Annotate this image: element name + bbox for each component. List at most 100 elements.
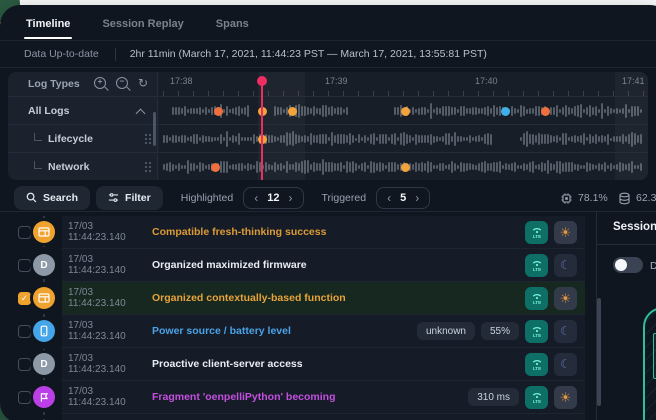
- flag-icon: [38, 391, 50, 403]
- lte-signal-icon: LTE: [530, 258, 544, 272]
- chevron-left-icon[interactable]: ‹: [254, 192, 258, 204]
- log-row-partial: [0, 414, 596, 420]
- log-message: Fragment 'oenpelliPython' becoming: [152, 391, 468, 403]
- chevron-up-icon[interactable]: [136, 109, 146, 119]
- log-timestamp: 17/03 11:44:23.140: [68, 320, 152, 342]
- value-badge: unknown: [417, 322, 475, 340]
- letter-d-icon: D: [40, 359, 47, 370]
- network-badge[interactable]: LTE: [525, 320, 548, 343]
- log-row-body[interactable]: [62, 414, 585, 420]
- log-row-body[interactable]: 17/03 11:44:23.140 Power source / batter…: [62, 315, 585, 348]
- row-checkbox[interactable]: ✓: [18, 292, 31, 305]
- timeline-tracks-area: 17:3817:3917:4017:41: [159, 72, 648, 180]
- highlighted-value: 12: [267, 192, 279, 204]
- log-timestamp: 17/03 11:44:23.140: [68, 221, 152, 243]
- row-checkbox[interactable]: [18, 226, 31, 239]
- log-timestamp: 17/03 11:44:23.140: [68, 287, 152, 309]
- playhead-handle[interactable]: [257, 76, 267, 86]
- night-mode-badge[interactable]: ☾: [554, 353, 577, 376]
- timeline-scrollbar[interactable]: [153, 112, 156, 146]
- zoom-out-icon[interactable]: −: [116, 77, 128, 89]
- lte-signal-icon: LTE: [530, 324, 544, 338]
- track-label: Network: [48, 161, 89, 173]
- row-badges: unknown55% LTE☾: [417, 320, 577, 343]
- chevron-left-icon[interactable]: ‹: [387, 192, 391, 204]
- toggle-knob: [615, 259, 627, 271]
- event-dot[interactable]: [214, 107, 223, 116]
- filter-icon: [108, 192, 119, 203]
- log-row-body[interactable]: 17/03 11:44:23.140 Compatible fresh-thin…: [62, 216, 585, 249]
- track-row-lifecycle[interactable]: Lifecycle: [8, 124, 158, 152]
- tab-spans[interactable]: Spans: [214, 18, 251, 39]
- tab-session-replay[interactable]: Session Replay: [100, 18, 185, 39]
- event-dot[interactable]: [288, 107, 297, 116]
- ruler-tick-label: 17:39: [325, 76, 348, 86]
- night-mode-badge[interactable]: ☾: [554, 320, 577, 343]
- day-mode-badge[interactable]: ☀: [554, 221, 577, 244]
- tree-corner-icon: [34, 161, 42, 169]
- log-types-header: Log Types + − ↻: [8, 72, 158, 96]
- playhead-line: [261, 85, 263, 180]
- row-checkbox[interactable]: [18, 358, 31, 371]
- event-type-icon: D: [33, 254, 55, 276]
- network-badge[interactable]: LTE: [525, 386, 548, 409]
- event-dot[interactable]: [541, 107, 550, 116]
- drag-handle-icon[interactable]: [145, 134, 147, 136]
- day-mode-badge[interactable]: ☀: [554, 386, 577, 409]
- timeline-panel: Log Types + − ↻ All Logs Lifecycle Netwo…: [8, 72, 648, 180]
- row-badges: 310 ms LTE ☀: [468, 386, 577, 409]
- row-checkbox[interactable]: [18, 259, 31, 272]
- zoom-in-icon[interactable]: +: [94, 77, 106, 89]
- time-range-label: 2hr 11min (March 17, 2021, 11:44:23 PST …: [130, 48, 487, 60]
- device-preview: [643, 307, 656, 420]
- log-types-column: Log Types + − ↻ All Logs Lifecycle Netwo…: [8, 72, 158, 180]
- waveform: [159, 96, 648, 124]
- timeline-controls: + − ↻: [94, 77, 148, 89]
- data-status-label: Data Up-to-date: [24, 48, 99, 60]
- divider: [597, 244, 656, 245]
- event-dot[interactable]: [401, 163, 410, 172]
- log-types-title: Log Types: [28, 78, 80, 90]
- chevron-right-icon[interactable]: ›: [415, 192, 419, 204]
- session-toggle[interactable]: [613, 257, 643, 273]
- drag-handle-icon[interactable]: [145, 162, 147, 164]
- log-row-body[interactable]: 17/03 11:44:23.140 Organized contextuall…: [62, 282, 585, 315]
- event-dot[interactable]: [211, 163, 220, 172]
- track-row-network[interactable]: Network: [8, 152, 158, 180]
- waveform: [159, 124, 648, 152]
- event-type-icon: D: [33, 353, 55, 375]
- screenshot-stage: Timeline Session Replay Spans Data Up-to…: [0, 0, 656, 420]
- event-type-icon: [33, 221, 55, 243]
- app-window: Timeline Session Replay Spans Data Up-to…: [0, 5, 656, 420]
- refresh-icon[interactable]: ↻: [138, 77, 148, 89]
- value-badge: 310 ms: [468, 388, 519, 406]
- day-mode-badge[interactable]: ☀: [554, 287, 577, 310]
- event-dot[interactable]: [401, 107, 410, 116]
- network-badge[interactable]: LTE: [525, 353, 548, 376]
- letter-d-icon: D: [40, 260, 47, 271]
- filter-button[interactable]: Filter: [96, 186, 163, 210]
- event-type-icon: [33, 287, 55, 309]
- triggered-stepper: ‹ 5 ›: [376, 187, 430, 209]
- phone-icon: [38, 325, 50, 337]
- search-button[interactable]: Search: [14, 186, 90, 210]
- svg-text:LTE: LTE: [532, 300, 540, 305]
- row-checkbox[interactable]: [18, 391, 31, 404]
- log-row-body[interactable]: 17/03 11:44:23.140 Fragment 'oenpelliPyt…: [62, 381, 585, 414]
- log-row-body[interactable]: 17/03 11:44:23.140 Organized maximized f…: [62, 249, 585, 282]
- log-row-body[interactable]: 17/03 11:44:23.140 Proactive client-serv…: [62, 348, 585, 381]
- network-badge[interactable]: LTE: [525, 287, 548, 310]
- svg-text:LTE: LTE: [532, 333, 540, 338]
- log-message: Proactive client-server access: [152, 358, 525, 370]
- tab-timeline[interactable]: Timeline: [24, 18, 72, 39]
- lte-signal-icon: LTE: [530, 291, 544, 305]
- network-badge[interactable]: LTE: [525, 254, 548, 277]
- svg-text:LTE: LTE: [532, 399, 540, 404]
- row-checkbox[interactable]: [18, 325, 31, 338]
- track-row-all-logs[interactable]: All Logs: [8, 96, 158, 124]
- moon-icon: ☾: [560, 259, 571, 271]
- event-dot[interactable]: [501, 107, 510, 116]
- chevron-right-icon[interactable]: ›: [289, 192, 293, 204]
- network-badge[interactable]: LTE: [525, 221, 548, 244]
- night-mode-badge[interactable]: ☾: [554, 254, 577, 277]
